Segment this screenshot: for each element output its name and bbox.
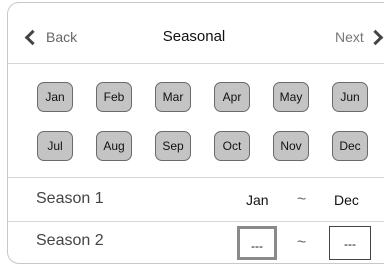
- month-button-jun[interactable]: Jun: [332, 82, 368, 112]
- page-title: Seasonal: [8, 28, 384, 45]
- month-button-oct[interactable]: Oct: [214, 131, 250, 161]
- season-2-label: Season 2: [36, 232, 104, 249]
- next-button[interactable]: Next: [335, 29, 384, 46]
- header-bar: Back Seasonal Next: [8, 3, 384, 64]
- divider: [8, 177, 384, 178]
- season-1-label: Season 1: [36, 190, 104, 207]
- page-title-text: Seasonal: [162, 28, 226, 45]
- month-button-jul[interactable]: Jul: [37, 131, 73, 161]
- divider: [8, 221, 384, 222]
- season-1-separator: ~: [297, 191, 307, 208]
- month-button-jan[interactable]: Jan: [37, 82, 73, 112]
- season-1-start[interactable]: Jan: [246, 192, 269, 208]
- month-button-nov[interactable]: Nov: [273, 131, 309, 161]
- chevron-right-icon: [367, 29, 384, 46]
- month-button-mar[interactable]: Mar: [155, 82, 191, 112]
- season-1-end[interactable]: Dec: [334, 192, 359, 208]
- season-2-separator: ~: [297, 234, 307, 251]
- next-label: Next: [335, 29, 364, 45]
- month-button-sep[interactable]: Sep: [155, 131, 191, 161]
- month-button-apr[interactable]: Apr: [214, 82, 250, 112]
- month-button-may[interactable]: May: [273, 82, 309, 112]
- month-button-feb[interactable]: Feb: [96, 82, 132, 112]
- month-button-aug[interactable]: Aug: [96, 131, 132, 161]
- seasonal-screen: Back Seasonal Next Jan Feb Mar Apr May J…: [7, 2, 384, 264]
- month-button-dec[interactable]: Dec: [332, 131, 368, 161]
